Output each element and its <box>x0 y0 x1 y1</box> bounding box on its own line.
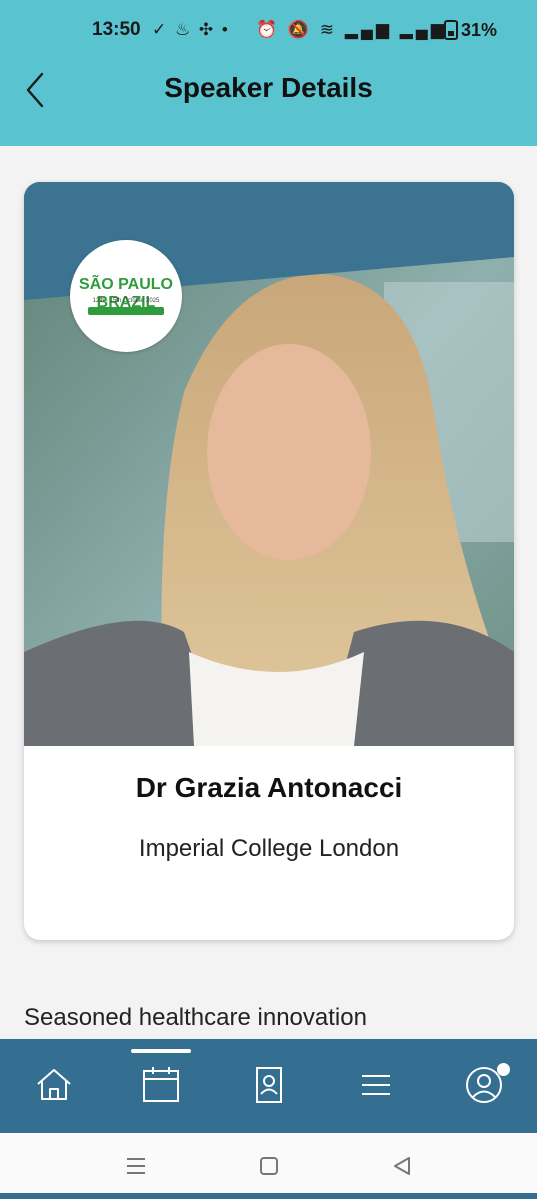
home-icon[interactable] <box>30 1061 78 1109</box>
back-button-icon[interactable] <box>389 1153 415 1179</box>
notification-icons: ✓ ♨ ✣ • <box>152 20 230 39</box>
event-logo-dates: 12th - 15th October 2025 <box>92 298 160 304</box>
contacts-icon[interactable] <box>245 1061 293 1109</box>
speaker-name: Dr Grazia Antonacci <box>135 772 403 803</box>
event-logo: SÃO PAULO BRAZIL 12th - 15th October 202… <box>70 240 182 352</box>
event-logo-banner <box>88 307 164 315</box>
page-title: Speaker Details <box>164 72 373 103</box>
menu-icon[interactable] <box>352 1061 400 1109</box>
speaker-organization: Imperial College London <box>138 835 400 862</box>
system-icons: ⏰ 🔕 ≋ ▂▄▆ ▂▄▆ <box>256 20 447 39</box>
speaker-card: SÃO PAULO BRAZIL 12th - 15th October 202… <box>24 182 514 940</box>
bottom-edge <box>0 1193 537 1199</box>
speaker-bio: Seasoned healthcare innovation <box>24 1004 367 1031</box>
battery-icon <box>444 20 458 40</box>
home-button-icon[interactable] <box>256 1153 282 1179</box>
active-tab-indicator <box>131 1049 191 1053</box>
system-navigation-bar <box>0 1133 537 1199</box>
bottom-navigation <box>0 1039 537 1133</box>
status-time: 13:50 <box>92 19 141 40</box>
status-bar: 13:50 ✓ ♨ ✣ • ⏰ 🔕 ≋ ▂▄▆ ▂▄▆ 31% <box>0 0 537 60</box>
battery-percent: 31% <box>461 20 498 40</box>
recents-icon[interactable] <box>123 1153 149 1179</box>
calendar-icon[interactable] <box>137 1061 185 1109</box>
notification-dot <box>497 1063 510 1076</box>
